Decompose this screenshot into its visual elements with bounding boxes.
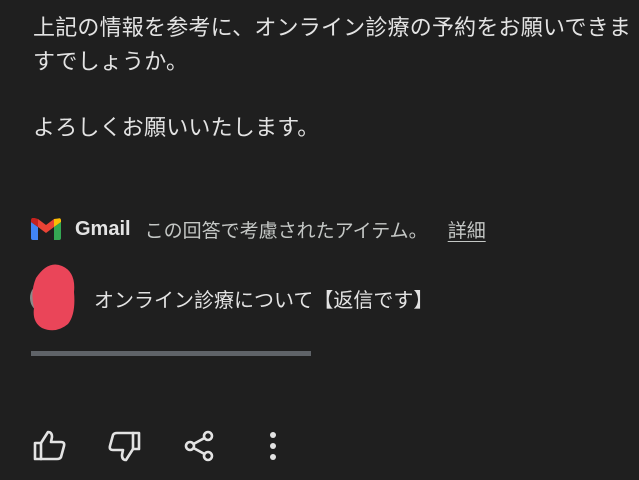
thumbs-down-icon [108, 431, 141, 462]
share-button[interactable] [177, 424, 221, 468]
source-email-title: オンライン診療について【返信です】 [94, 287, 434, 312]
sources-header: Gmail この回答で考慮されたアイテム。 詳細 [31, 214, 486, 244]
thumbs-down-button[interactable] [102, 424, 146, 468]
thumbs-up-icon [33, 430, 66, 461]
thumbs-up-button[interactable] [28, 424, 72, 468]
gmail-label: Gmail [75, 217, 131, 240]
response-paragraph-1: 上記の情報を参考に、オンライン診療の予約をお願いできますでしょうか。 [33, 16, 632, 75]
sources-scroll-track[interactable] [31, 351, 311, 356]
sender-avatar-icon [28, 262, 80, 334]
action-bar [0, 420, 639, 472]
details-link[interactable]: 詳細 [448, 216, 486, 243]
more-vert-icon [270, 432, 276, 460]
more-options-button[interactable] [251, 424, 295, 468]
source-email-item[interactable]: オンライン診療について【返信です】 [28, 262, 433, 334]
response-paragraph-2: よろしくお願いいたします。 [33, 116, 320, 141]
sources-scroll-thumb[interactable] [31, 351, 311, 356]
share-icon [184, 430, 214, 462]
sources-description: この回答で考慮されたアイテム。 [144, 219, 428, 242]
gmail-logo-icon [31, 217, 61, 240]
